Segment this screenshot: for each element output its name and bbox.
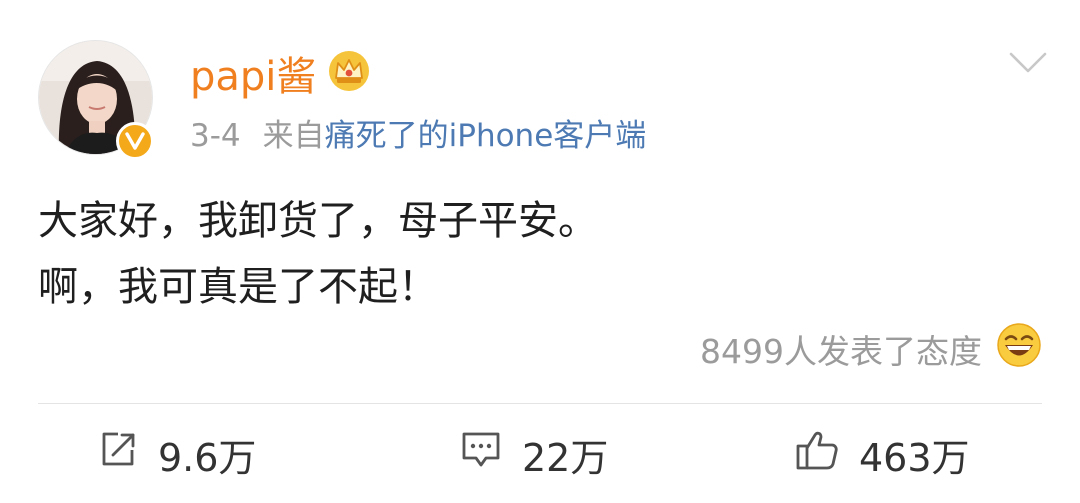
post-body: 大家好，我卸货了，母子平安。 啊，我可真是了不起！ [38,188,598,320]
crown-icon[interactable] [328,50,370,104]
reactions-summary[interactable]: 8499人发表了态度 [700,322,1042,376]
thumbs-up-icon [795,429,839,480]
username-row: papi酱 [190,50,370,104]
post-time[interactable]: 3-4 [190,118,241,154]
comment-icon [460,430,502,479]
post-text-line: 大家好，我卸货了，母子平安。 [38,198,598,244]
username[interactable]: papi酱 [190,52,316,102]
reactions-count-text: 8499人发表了态度 [700,332,982,371]
like-count: 463万 [859,435,970,480]
grin-emoji-icon [996,322,1042,376]
repost-count: 9.6万 [158,435,257,480]
source-prefix: 来自 [262,118,325,154]
post-meta: 3-4 来自痛死了的iPhone客户端 [190,115,646,157]
like-button[interactable]: 463万 [795,426,970,482]
chevron-down-icon[interactable] [1008,50,1048,76]
repost-button[interactable]: 9.6万 [98,426,256,482]
repost-icon [98,430,138,479]
post-text-line: 啊，我可真是了不起！ [38,264,438,310]
source-link[interactable]: 痛死了的iPhone客户端 [325,118,647,154]
verified-v-icon [116,122,154,160]
action-bar: 9.6万 22万 463万 [0,404,1080,503]
comment-count: 22万 [522,435,609,480]
comment-button[interactable]: 22万 [460,426,608,482]
